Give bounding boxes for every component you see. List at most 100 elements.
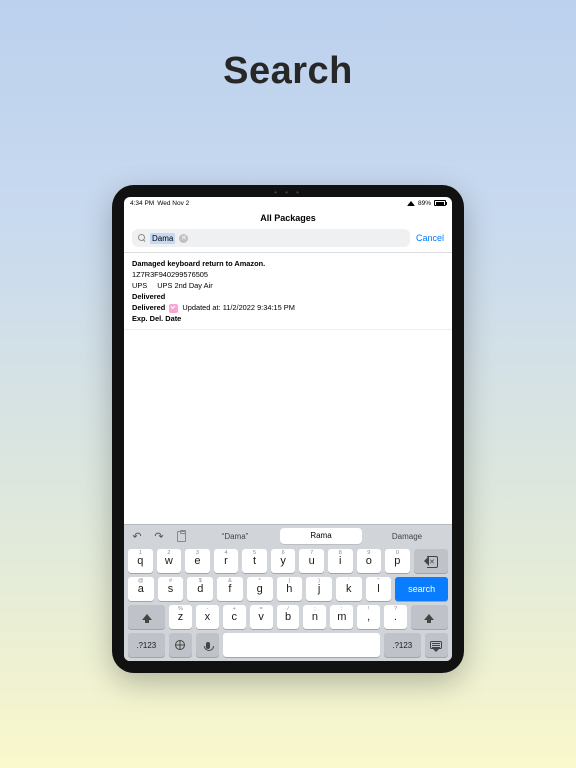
key-hint: ' bbox=[348, 578, 349, 584]
result-title: Damaged keyboard return to Amazon. bbox=[132, 258, 444, 269]
key-label: q bbox=[137, 555, 143, 567]
key-z[interactable]: %z bbox=[169, 605, 192, 629]
key-o[interactable]: 9o bbox=[357, 549, 382, 573]
key-hint: % bbox=[178, 606, 183, 612]
key-space[interactable] bbox=[223, 633, 380, 657]
key-t[interactable]: 5t bbox=[242, 549, 267, 573]
screen: 4:34 PM Wed Nov 2 89% All Packages Dama … bbox=[124, 197, 452, 661]
key-label: a bbox=[138, 583, 144, 595]
result-exp-label: Exp. Del. Date bbox=[132, 313, 444, 324]
key-,[interactable]: !, bbox=[357, 605, 380, 629]
key-v[interactable]: =v bbox=[250, 605, 273, 629]
key-hint: 5 bbox=[253, 550, 256, 556]
key-label: b bbox=[285, 611, 291, 623]
key-e[interactable]: 3e bbox=[185, 549, 210, 573]
result-updated-value: 11/2/2022 9:34:15 PM bbox=[223, 303, 295, 312]
key-backspace[interactable]: ✕ bbox=[414, 549, 448, 573]
key-hint: ! bbox=[368, 606, 370, 612]
result-status: Delivered bbox=[132, 291, 444, 302]
search-query-text: Dama bbox=[150, 233, 175, 244]
key-hint: 3 bbox=[196, 550, 199, 556]
key-p[interactable]: 0p bbox=[385, 549, 410, 573]
key-shift-left[interactable] bbox=[128, 605, 165, 629]
candidate-quoted-text: Dama bbox=[224, 532, 245, 541]
quote-close: ” bbox=[246, 532, 249, 541]
search-row: Dama ✕ Cancel bbox=[124, 229, 452, 253]
key-hint: = bbox=[260, 606, 263, 612]
key-m[interactable]: :m bbox=[330, 605, 353, 629]
key-hide-keyboard[interactable] bbox=[425, 633, 448, 657]
result-card[interactable]: Damaged keyboard return to Amazon. 1Z7R3… bbox=[124, 253, 452, 330]
key-j[interactable]: )j bbox=[306, 577, 332, 601]
redo-button[interactable]: ↷ bbox=[150, 529, 168, 543]
key-search[interactable]: search bbox=[395, 577, 448, 601]
key-u[interactable]: 7u bbox=[299, 549, 324, 573]
key-label: n bbox=[312, 611, 318, 623]
candidate-plain[interactable]: Damage bbox=[366, 532, 448, 541]
keyboard-row-1: 1q2w3e4r5t6y7u8i9o0p✕ bbox=[124, 547, 452, 575]
key-label: , bbox=[367, 611, 370, 623]
keyboard-row-bottom: .?123 .?123 bbox=[124, 631, 452, 661]
key-label: o bbox=[366, 555, 372, 567]
empty-scroll-area[interactable] bbox=[124, 330, 452, 524]
key-b[interactable]: /b bbox=[277, 605, 300, 629]
key-label: e bbox=[194, 555, 200, 567]
key-symbols-left[interactable]: .?123 bbox=[128, 633, 165, 657]
result-updated-label: Updated at: bbox=[182, 303, 220, 312]
key-label: g bbox=[257, 583, 263, 595]
key-label: m bbox=[337, 611, 346, 623]
key-q[interactable]: 1q bbox=[128, 549, 153, 573]
clipboard-button[interactable] bbox=[172, 529, 190, 543]
key-n[interactable]: ;n bbox=[303, 605, 326, 629]
key-r[interactable]: 4r bbox=[214, 549, 239, 573]
key-g[interactable]: *g bbox=[247, 577, 273, 601]
candidate-quoted[interactable]: “Dama” bbox=[194, 532, 276, 541]
key-.[interactable]: ?. bbox=[384, 605, 407, 629]
backspace-icon: ✕ bbox=[424, 556, 438, 566]
mic-icon bbox=[206, 642, 210, 649]
battery-pct: 89% bbox=[418, 200, 431, 207]
key-label: d bbox=[197, 583, 203, 595]
status-date: Wed Nov 2 bbox=[157, 200, 189, 207]
candidate-selected[interactable]: Rama bbox=[280, 528, 362, 544]
undo-button[interactable]: ↶ bbox=[128, 529, 146, 543]
key-label: y bbox=[280, 555, 286, 567]
key-hint: ) bbox=[318, 578, 320, 584]
key-c[interactable]: +c bbox=[223, 605, 246, 629]
key-label: p bbox=[394, 555, 400, 567]
search-input[interactable]: Dama ✕ bbox=[132, 229, 410, 247]
key-f[interactable]: &f bbox=[217, 577, 243, 601]
hide-keyboard-icon bbox=[430, 641, 442, 649]
key-x[interactable]: -x bbox=[196, 605, 219, 629]
key-l[interactable]: "l bbox=[366, 577, 392, 601]
keyboard-row-2: @a#s$d&f*g(h)j'k"l search bbox=[124, 575, 452, 603]
key-h[interactable]: (h bbox=[277, 577, 303, 601]
key-w[interactable]: 2w bbox=[157, 549, 182, 573]
key-a[interactable]: @a bbox=[128, 577, 154, 601]
key-label: j bbox=[318, 583, 320, 595]
key-label: s bbox=[168, 583, 174, 595]
cancel-search-button[interactable]: Cancel bbox=[416, 233, 444, 243]
search-icon bbox=[138, 234, 146, 242]
key-i[interactable]: 8i bbox=[328, 549, 353, 573]
key-y[interactable]: 6y bbox=[271, 549, 296, 573]
key-d[interactable]: $d bbox=[187, 577, 213, 601]
battery-icon bbox=[434, 200, 446, 206]
key-k[interactable]: 'k bbox=[336, 577, 362, 601]
key-shift-right[interactable] bbox=[411, 605, 448, 629]
key-hint: 2 bbox=[167, 550, 170, 556]
key-globe[interactable] bbox=[169, 633, 192, 657]
clear-search-button[interactable]: ✕ bbox=[179, 234, 188, 243]
key-s[interactable]: #s bbox=[158, 577, 184, 601]
key-hint: $ bbox=[199, 578, 202, 584]
key-label: x bbox=[205, 611, 211, 623]
tablet-dots: • • • bbox=[274, 188, 302, 197]
tablet-frame: • • • 4:34 PM Wed Nov 2 89% All Packages… bbox=[112, 185, 464, 673]
keyboard: ↶ ↷ “Dama” Rama Damage 1q2w3e4r5t6y7u8i9… bbox=[124, 524, 452, 661]
key-label: z bbox=[178, 611, 184, 623]
key-hint: @ bbox=[138, 578, 144, 584]
key-hint: 4 bbox=[224, 550, 227, 556]
key-hint: 8 bbox=[339, 550, 342, 556]
key-symbols-right[interactable]: .?123 bbox=[384, 633, 421, 657]
key-mic[interactable] bbox=[196, 633, 219, 657]
